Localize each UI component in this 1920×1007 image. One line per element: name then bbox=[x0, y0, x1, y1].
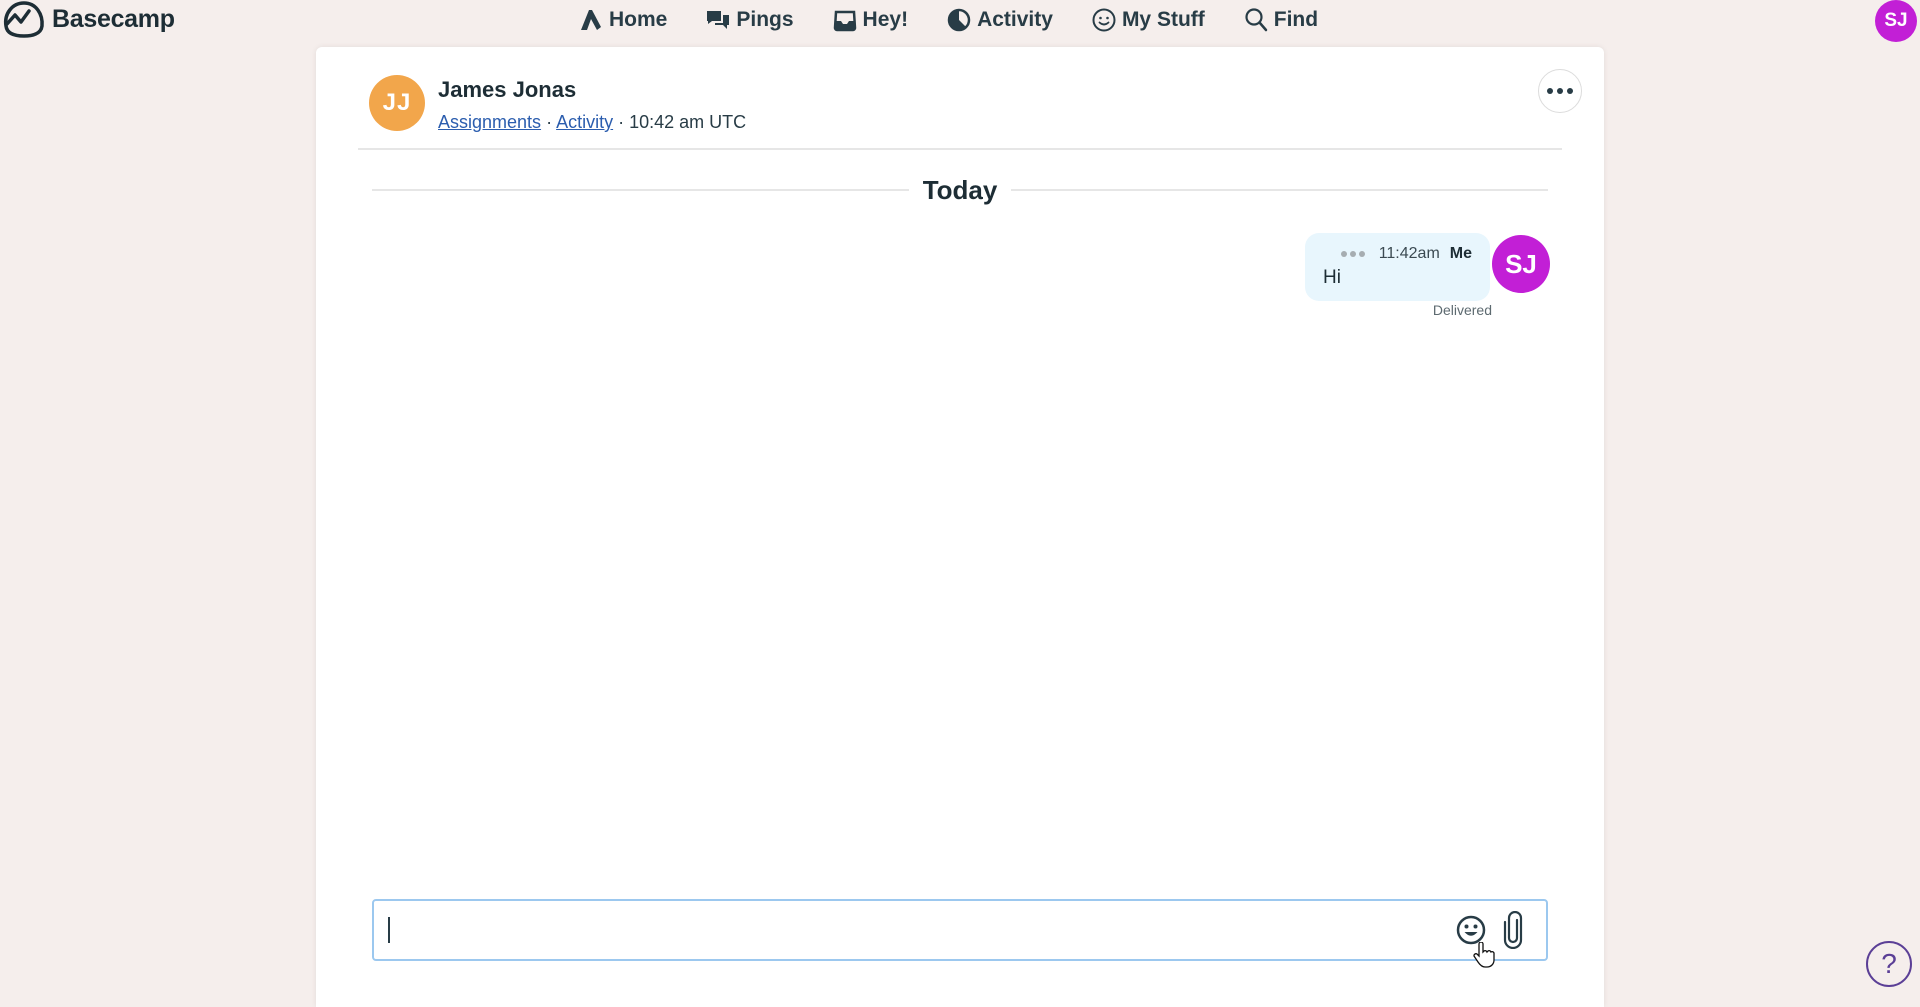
recipient-meta: Assignments · Activity · 10:42 am UTC bbox=[438, 112, 746, 133]
paperclip-icon[interactable] bbox=[1500, 911, 1526, 949]
nav-activity[interactable]: Activity bbox=[946, 7, 1053, 33]
message-author-avatar[interactable]: SJ bbox=[1492, 235, 1550, 293]
nav-my-stuff-label: My Stuff bbox=[1121, 8, 1205, 31]
message-author: Me bbox=[1449, 245, 1472, 262]
top-bar: Basecamp Home Pings Hey! Activity My Stu… bbox=[0, 0, 1920, 42]
message-actions-icon[interactable] bbox=[1340, 251, 1365, 257]
text-caret bbox=[388, 917, 390, 943]
emoji-icon[interactable] bbox=[1454, 913, 1488, 947]
message: 11:42am Me Hi SJ bbox=[1305, 233, 1550, 301]
message-status: Delivered bbox=[1432, 302, 1492, 318]
divider-line bbox=[1011, 189, 1549, 191]
nav-find-label: Find bbox=[1273, 8, 1319, 31]
recipient-name: James Jonas bbox=[438, 77, 577, 102]
header-divider bbox=[358, 148, 1562, 150]
current-user-avatar[interactable]: SJ bbox=[1875, 0, 1917, 42]
basecamp-logo-icon bbox=[3, 1, 44, 38]
app-name: Basecamp bbox=[52, 4, 175, 33]
ellipsis-icon bbox=[1557, 88, 1563, 94]
nav-hey-label: Hey! bbox=[862, 8, 909, 31]
nav-home-label: Home bbox=[609, 8, 668, 31]
magnifier-icon bbox=[1245, 8, 1268, 32]
nav-find[interactable]: Find bbox=[1243, 7, 1318, 33]
half-moon-icon bbox=[947, 8, 971, 32]
main-nav: Home Pings Hey! Activity My Stuff Find bbox=[578, 0, 1318, 40]
message-text: Hi bbox=[1323, 267, 1341, 288]
message-meta: 11:42am Me bbox=[1323, 245, 1472, 263]
activity-link[interactable]: Activity bbox=[556, 112, 613, 132]
dot bbox=[1358, 251, 1365, 257]
day-divider: Today bbox=[372, 174, 1549, 205]
smiley-face-icon bbox=[1092, 8, 1116, 32]
home-tent-icon bbox=[581, 10, 601, 30]
dot bbox=[1349, 251, 1356, 257]
assignments-link[interactable]: Assignments bbox=[438, 112, 541, 132]
message-composer bbox=[372, 899, 1548, 961]
inbox-tray-icon bbox=[833, 10, 856, 32]
nav-home[interactable]: Home bbox=[578, 7, 667, 33]
meta-separator: · bbox=[618, 112, 625, 132]
recipient-local-time: 10:42 am UTC bbox=[629, 112, 747, 132]
nav-activity-label: Activity bbox=[977, 8, 1053, 31]
message-time: 11:42am bbox=[1378, 245, 1440, 262]
more-options-button[interactable] bbox=[1538, 69, 1582, 113]
chat-bubbles-icon bbox=[707, 11, 730, 29]
help-button[interactable]: ? bbox=[1866, 941, 1912, 987]
day-label: Today bbox=[922, 174, 998, 205]
recipient-avatar[interactable]: JJ bbox=[369, 75, 425, 131]
message-bubble: 11:42am Me Hi bbox=[1305, 233, 1490, 301]
nav-my-stuff[interactable]: My Stuff bbox=[1091, 7, 1205, 33]
nav-hey[interactable]: Hey! bbox=[832, 7, 909, 33]
ellipsis-icon bbox=[1547, 88, 1553, 94]
ping-panel: JJ James Jonas Assignments · Activity · … bbox=[316, 47, 1604, 1007]
nav-pings-label: Pings bbox=[736, 8, 794, 31]
ping-header: JJ James Jonas Assignments · Activity · … bbox=[316, 47, 1604, 151]
nav-pings[interactable]: Pings bbox=[705, 7, 794, 33]
dot bbox=[1340, 251, 1347, 257]
ellipsis-icon bbox=[1567, 88, 1573, 94]
basecamp-logo-link[interactable]: Basecamp bbox=[2, 0, 175, 38]
divider-line bbox=[372, 189, 909, 191]
message-input[interactable] bbox=[386, 911, 1446, 949]
meta-separator: · bbox=[546, 112, 553, 132]
